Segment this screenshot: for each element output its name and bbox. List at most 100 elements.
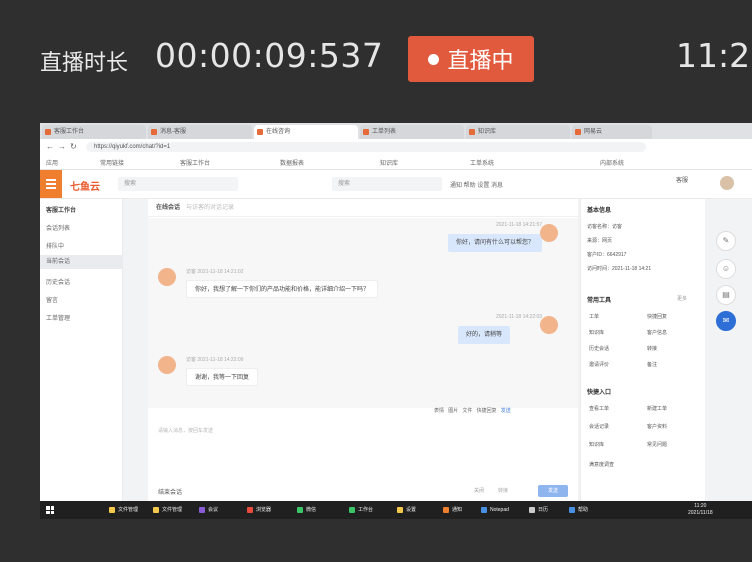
message-icon[interactable]: ✉ — [716, 311, 736, 331]
tab-favicon-icon — [257, 129, 263, 135]
tab-favicon-icon — [575, 129, 581, 135]
taskbar-item[interactable]: Notepad — [480, 504, 524, 516]
tool-item[interactable]: 转接 — [647, 345, 657, 352]
image-button[interactable]: 图片 — [448, 408, 458, 414]
live-badge-label: 直播中 — [447, 49, 514, 74]
sidebar-item-selected[interactable]: 当前会话 — [40, 255, 122, 269]
message-meta: 2021-11-18 14:21:57 — [496, 222, 543, 228]
live-badge[interactable]: 直播中 — [408, 36, 534, 82]
browser-tab[interactable]: 客服工作台 — [42, 125, 146, 139]
emoji-icon[interactable]: ☺ — [716, 259, 736, 279]
send-link[interactable]: 发送 — [501, 408, 511, 414]
taskbar-clock: 11:20 2021/11/18 — [688, 503, 713, 516]
taskbar-item[interactable]: 文件管理 — [152, 504, 194, 516]
bookmark[interactable]: 工单系统 — [470, 158, 494, 167]
taskbar-item[interactable]: 通知 — [442, 504, 476, 516]
sidebar-item[interactable]: 会话列表 — [46, 223, 70, 232]
header-icons[interactable]: 通知 帮助 设置 消息 — [450, 180, 503, 189]
info-row: 访客名称：访客 — [587, 224, 623, 230]
quick-item[interactable]: 满意度调查 — [589, 461, 614, 468]
quick-item[interactable]: 常见问题 — [647, 441, 667, 448]
file-button[interactable]: 文件 — [462, 408, 472, 414]
message-input[interactable]: 请输入消息，按回车发送 — [158, 427, 213, 434]
message-meta: 访客 2021-11-18 14:22:09 — [186, 357, 244, 363]
quick-item[interactable]: 新建工单 — [647, 405, 667, 412]
emoji-button[interactable]: 表情 — [434, 408, 444, 414]
taskbar-item[interactable]: 设置 — [396, 504, 440, 516]
browser-tab[interactable]: 消息-客服 — [148, 125, 252, 139]
shared-screen: 客服工作台 消息-客服 在线咨询 工单列表 知识库 网易云 ← → ↻ http… — [40, 123, 752, 519]
transfer-button[interactable]: 转接 — [498, 485, 508, 497]
close-button[interactable]: 关闭 — [474, 485, 484, 497]
quick-reply-button[interactable]: 快捷回复 — [477, 408, 497, 414]
quick-item[interactable]: 会话记录 — [589, 423, 609, 430]
tool-item[interactable]: 工单 — [589, 313, 599, 320]
send-button[interactable]: 发送 — [538, 485, 568, 497]
message-outgoing: 你好，请问有什么可以帮您？ — [448, 234, 543, 252]
browser-tab-active[interactable]: 在线咨询 — [254, 125, 358, 139]
reload-icon[interactable]: ↻ — [70, 142, 77, 151]
list-icon[interactable]: ▤ — [716, 285, 736, 305]
clock: 11:20 — [676, 36, 752, 75]
browser-tab[interactable]: 工单列表 — [360, 125, 464, 139]
taskbar-item[interactable]: 浏览器 — [246, 504, 290, 516]
url-field[interactable]: https://qiyukf.com/chat/?id=1 — [86, 142, 646, 152]
message-list: 2021-11-18 14:21:57 你好，请问有什么可以帮您？ 访客 202… — [148, 218, 578, 408]
agent-avatar — [540, 224, 558, 242]
chat-toolbar: 表情 图片 文件 快捷回复 发送 — [434, 407, 511, 414]
bookmark[interactable]: 应用 — [46, 158, 58, 167]
message-incoming: 你好，我想了解一下你们的产品功能和价格，能详细介绍一下吗？ — [186, 280, 379, 298]
tool-item[interactable]: 邀请评价 — [589, 361, 609, 368]
forward-icon[interactable]: → — [58, 142, 66, 151]
browser-tab[interactable]: 知识库 — [466, 125, 570, 139]
record-dot-icon — [428, 53, 440, 65]
duration-label: 直播时长 — [40, 51, 129, 76]
bookmark[interactable]: 知识库 — [380, 158, 398, 167]
end-session-button[interactable]: 结束会话 — [158, 487, 182, 496]
quick-item[interactable]: 查看工单 — [589, 405, 609, 412]
global-search-input[interactable]: 搜索 — [332, 177, 442, 191]
bookmark[interactable]: 客服工作台 — [180, 158, 210, 167]
tool-item[interactable]: 客户信息 — [647, 329, 667, 336]
duration-timer: 00:00:09:537 — [155, 36, 384, 75]
sidebar-item[interactable]: 排队中 — [46, 241, 64, 250]
quick-item[interactable]: 客户资料 — [647, 423, 667, 430]
sidebar-item[interactable]: 历史会话 — [46, 277, 70, 286]
taskbar-item[interactable]: 会议 — [198, 504, 242, 516]
tools-title: 常用工具 — [587, 298, 612, 304]
taskbar: 文件管理 文件管理 会议 浏览器 微信 工作台 设置 通知 Notepad 日历… — [40, 501, 752, 519]
search-input[interactable]: 搜索 — [118, 177, 238, 191]
tool-item[interactable]: 历史会话 — [589, 345, 609, 352]
sidebar-item[interactable]: 留言 — [46, 295, 58, 304]
bookmark[interactable]: 数据报表 — [280, 158, 304, 167]
app-header: 七鱼云 搜索 搜索 通知 帮助 设置 消息 客服 — [40, 170, 752, 199]
user-name[interactable]: 客服 — [676, 175, 688, 184]
bookmarks-bar: 应用 常用链接 客服工作台 数据报表 知识库 工单系统 内部系统 — [40, 155, 752, 170]
tool-item[interactable]: 快捷回复 — [647, 313, 667, 320]
bookmark[interactable]: 内部系统 — [600, 158, 624, 167]
quick-title: 快捷入口 — [587, 390, 612, 396]
tools-more-link[interactable]: 更多 — [677, 295, 687, 302]
tool-item[interactable]: 知识库 — [589, 329, 604, 336]
taskbar-item[interactable]: 工作台 — [348, 504, 390, 516]
sidebar-item[interactable]: 工单管理 — [46, 313, 70, 322]
taskbar-item[interactable]: 日历 — [528, 504, 564, 516]
tool-item[interactable]: 备注 — [647, 361, 657, 368]
taskbar-item[interactable]: 帮助 — [568, 504, 604, 516]
taskbar-item[interactable]: 微信 — [296, 504, 332, 516]
taskbar-item[interactable]: 文件管理 — [108, 504, 150, 516]
avatar[interactable] — [720, 176, 734, 190]
sidebar: 客服工作台 会话列表 排队中 当前会话 历史会话 留言 工单管理 — [40, 199, 123, 501]
info-row: 访问时间：2021-11-18 14:21 — [587, 266, 652, 272]
info-row: 来源：网页 — [587, 238, 613, 244]
browser-tab[interactable]: 网易云 — [572, 125, 652, 139]
back-icon[interactable]: ← — [46, 142, 54, 151]
quick-item[interactable]: 知识库 — [589, 441, 604, 448]
edit-icon[interactable]: ✎ — [716, 231, 736, 251]
tab-favicon-icon — [45, 129, 51, 135]
menu-icon[interactable] — [40, 170, 62, 198]
bookmark[interactable]: 常用链接 — [100, 158, 124, 167]
tab-favicon-icon — [151, 129, 157, 135]
right-rail: ✎ ☺ ▤ ✉ — [706, 199, 752, 501]
windows-start-icon[interactable] — [46, 506, 54, 514]
